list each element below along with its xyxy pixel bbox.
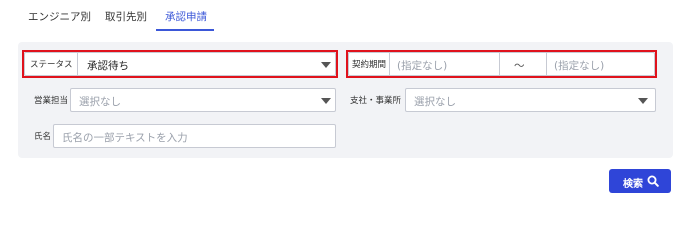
sales-owner-select-value: 選択なし	[79, 96, 121, 108]
tab-client[interactable]: 取引先別	[105, 9, 147, 24]
sales-owner-label: 営業担当	[34, 96, 69, 106]
name-input-placeholder: 氏名の一部テキストを入力	[62, 132, 188, 144]
search-button[interactable]: 検索	[609, 169, 671, 193]
chevron-down-icon	[638, 98, 648, 104]
tab-engineer[interactable]: エンジニア別	[28, 9, 91, 24]
search-icon	[647, 175, 659, 187]
branch-office-select-value: 選択なし	[414, 96, 456, 108]
sales-owner-select[interactable]: 選択なし	[70, 88, 336, 112]
branch-office-select[interactable]: 選択なし	[405, 88, 656, 112]
search-button-label: 検索	[623, 179, 643, 190]
name-input[interactable]: 氏名の一部テキストを入力	[53, 124, 336, 148]
tab-bar: エンジニア別 取引先別 承認申請	[0, 0, 688, 32]
filter-panel: 承認待ち ステータス (指定なし) 〜 (指定なし) 契約期間 営業担当 選択な…	[18, 42, 673, 158]
active-tab-indicator	[156, 29, 214, 31]
branch-office-label: 支社・事業所	[350, 96, 402, 106]
highlight-frame-status	[22, 50, 338, 78]
name-label: 氏名	[34, 132, 52, 142]
highlight-frame-contract-period	[346, 50, 657, 78]
chevron-down-icon	[321, 98, 331, 104]
tab-approval[interactable]: 承認申請	[165, 9, 207, 24]
